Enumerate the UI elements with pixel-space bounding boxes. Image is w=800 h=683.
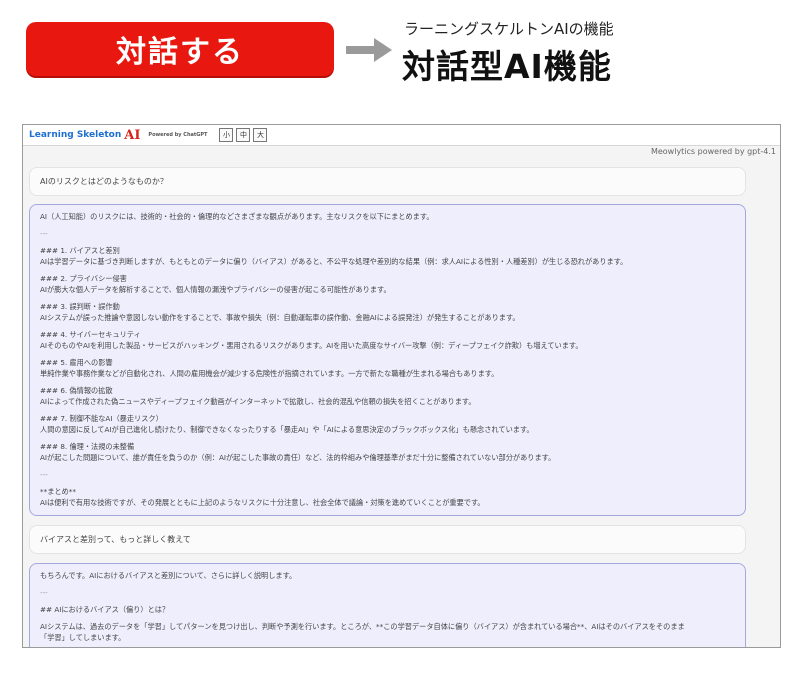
message-line: ### 4. サイバーセキュリティ bbox=[40, 330, 141, 339]
feature-title: 対話型AI機能 bbox=[402, 47, 612, 86]
message-line: AI（人工知能）のリスクには、技術的・社会的・倫理的などさまざまな観点があります… bbox=[40, 212, 434, 221]
app-toolbar: Learning Skeleton AI Powered by ChatGPT … bbox=[23, 125, 780, 146]
app-logo-ai: AI bbox=[124, 127, 141, 143]
message-line: **まとめ** bbox=[40, 487, 76, 496]
message-line: ## AIにおけるバイアス（偏り）とは？ bbox=[40, 605, 170, 614]
user-message-text: AIのリスクとはどのようなものか？ bbox=[40, 177, 168, 186]
message-line: もちろんです。AIにおけるバイアスと差別について、さらに詳しく説明します。 bbox=[40, 571, 297, 580]
separator: --- bbox=[40, 470, 48, 479]
dialogue-button[interactable]: 対話する bbox=[26, 22, 334, 76]
message-line: ### 5. 雇用への影響 bbox=[40, 358, 113, 367]
font-size-small-button[interactable]: 小 bbox=[219, 128, 234, 142]
message-line: ### 2. プライバシー侵害 bbox=[40, 274, 127, 283]
message-line: ### 7. 制御不能なAI（暴走リスク） bbox=[40, 414, 163, 423]
message-line: AIが起こした問題について、誰が責任を負うのか（例：AIが起こした事故の責任）な… bbox=[40, 453, 556, 462]
message-line: 人間の意図に反してAIが自己進化し続けたり、制御できなくなったりする「暴走AI」… bbox=[40, 425, 534, 434]
separator: --- bbox=[40, 229, 48, 238]
arrow-right-icon bbox=[346, 38, 392, 62]
feature-subtitle: ラーニングスケルトンAIの機能 bbox=[404, 20, 614, 38]
app-logo[interactable]: Learning Skeleton bbox=[29, 130, 121, 140]
separator: --- bbox=[40, 588, 48, 597]
message-line: AIによって作成された偽ニュースやディープフェイク動画がインターネットで拡散し、… bbox=[40, 397, 476, 406]
message-line: AIシステムは、過去のデータを「学習」してパターンを見つけ出し、判断や予測を行い… bbox=[40, 622, 685, 631]
message-line: 「学習」してしまいます。 bbox=[40, 633, 126, 642]
model-credit: Meowlytics powered by gpt-4.1 bbox=[23, 146, 780, 157]
message-line: AIそのものやAIを利用した製品・サービスがハッキング・悪用されるリスクがありま… bbox=[40, 341, 583, 350]
ai-message: もちろんです。AIにおけるバイアスと差別について、さらに詳しく説明します。 ---… bbox=[29, 563, 746, 647]
message-line: ### 8. 倫理・法規の未整備 bbox=[40, 442, 135, 451]
ai-message: AI（人工知能）のリスクには、技術的・社会的・倫理的などさまざまな観点があります… bbox=[29, 204, 746, 516]
user-message: バイアスと差別って、もっと詳しく教えて bbox=[29, 525, 746, 554]
message-line: ### 6. 偽情報の拡散 bbox=[40, 386, 113, 395]
app-window: Learning Skeleton AI Powered by ChatGPT … bbox=[22, 124, 781, 648]
message-line: 単純作業や事務作業などが自動化され、人間の雇用機会が減少する危険性が指摘されてい… bbox=[40, 369, 499, 378]
message-line: AIは便利で有用な技術ですが、その発展とともに上記のようなリスクに十分注意し、社… bbox=[40, 498, 485, 507]
message-line: AIは学習データに基づき判断しますが、もともとのデータに偏り（バイアス）があると… bbox=[40, 257, 628, 266]
user-message: AIのリスクとはどのようなものか？ bbox=[29, 167, 746, 196]
message-line: ### 3. 誤判断・誤作動 bbox=[40, 302, 120, 311]
message-line: AIシステムが誤った推論や意図しない動作をすることで、事故や損失（例：自動運転車… bbox=[40, 313, 520, 322]
message-line: ### 1. バイアスと差別 bbox=[40, 246, 120, 255]
chat-area: AIのリスクとはどのようなものか？ AI（人工知能）のリスクには、技術的・社会的… bbox=[29, 163, 746, 647]
message-line: AIが膨大な個人データを解析することで、個人情報の漏洩やプライバシーの侵害が起こ… bbox=[40, 285, 391, 294]
font-size-large-button[interactable]: 大 bbox=[253, 128, 268, 142]
powered-by-label: Powered by ChatGPT bbox=[148, 132, 208, 138]
user-message-text: バイアスと差別って、もっと詳しく教えて bbox=[40, 535, 191, 544]
font-size-medium-button[interactable]: 中 bbox=[236, 128, 251, 142]
